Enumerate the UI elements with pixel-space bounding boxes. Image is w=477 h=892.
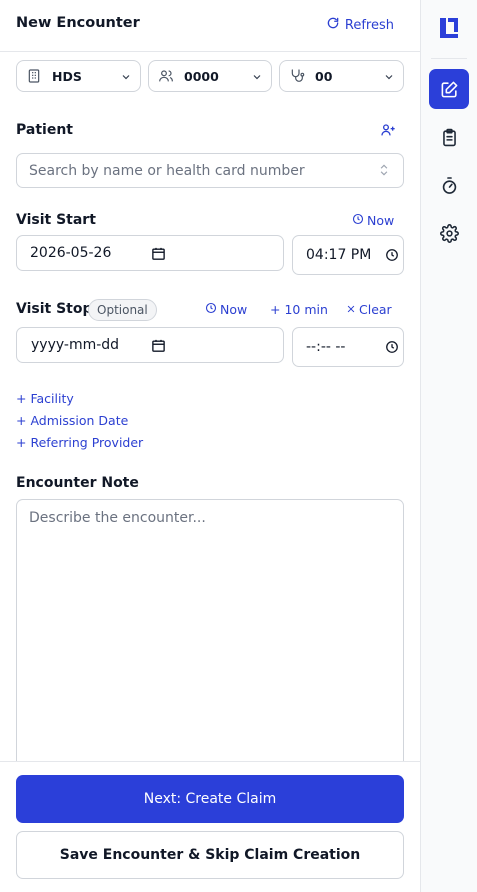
visit-stop-date-placeholder: yyyy-mm-dd bbox=[31, 337, 120, 353]
refresh-button[interactable]: Refresh bbox=[326, 16, 394, 34]
add-admission-date-link[interactable]: + Admission Date bbox=[16, 413, 128, 428]
clock-icon bbox=[205, 302, 217, 317]
rail-divider bbox=[431, 58, 467, 59]
side-rail bbox=[420, 0, 477, 892]
chevron-down-icon bbox=[120, 71, 132, 83]
gear-icon[interactable] bbox=[429, 213, 469, 253]
context-selectors: HDS 0000 00 bbox=[16, 60, 404, 92]
patient-search-input[interactable]: Search by name or health card number bbox=[16, 153, 404, 188]
visit-stop-time-input[interactable]: --:-- -- bbox=[292, 327, 404, 367]
patient-label: Patient bbox=[16, 122, 73, 138]
refresh-label: Refresh bbox=[344, 17, 394, 33]
next-create-claim-button[interactable]: Next: Create Claim bbox=[16, 775, 404, 823]
visit-stop-label: Visit Stop bbox=[16, 301, 93, 317]
visit-start-label: Visit Start bbox=[16, 212, 96, 228]
encounter-panel: New Encounter Refresh HDS 0000 00 Patien… bbox=[0, 0, 420, 892]
clear-visit-stop-button[interactable]: Clear bbox=[346, 302, 392, 317]
visit-start-now-button[interactable]: Now bbox=[352, 213, 394, 228]
clipboard-icon[interactable] bbox=[429, 117, 469, 157]
visit-stop-time-placeholder: --:-- -- bbox=[306, 339, 346, 355]
patient-search-placeholder: Search by name or health card number bbox=[29, 162, 305, 179]
visit-start-time-value: 04:17 PM bbox=[306, 247, 372, 263]
add-referring-provider-link[interactable]: + Referring Provider bbox=[16, 435, 143, 450]
clear-label: Clear bbox=[359, 302, 392, 317]
visit-stop-now-button[interactable]: Now bbox=[205, 302, 247, 317]
visit-start-date-value: 2026-05-26 bbox=[30, 245, 112, 261]
encounter-note-placeholder: Describe the encounter... bbox=[29, 510, 206, 526]
visit-start-date-input[interactable]: 2026-05-26 bbox=[16, 235, 284, 271]
add-patient-button[interactable] bbox=[380, 122, 396, 141]
practitioner-value: 0000 bbox=[184, 68, 219, 84]
optional-badge: Optional bbox=[88, 299, 157, 321]
facility-select[interactable]: HDS bbox=[16, 60, 141, 92]
page-title: New Encounter bbox=[16, 15, 140, 31]
edit-icon[interactable] bbox=[429, 69, 469, 109]
specialty-value: 00 bbox=[315, 68, 333, 84]
clock-icon bbox=[385, 340, 399, 354]
calendar-icon bbox=[151, 338, 166, 353]
refresh-icon bbox=[326, 16, 340, 34]
chevron-down-icon bbox=[251, 71, 263, 83]
encounter-note-label: Encounter Note bbox=[16, 475, 139, 491]
clock-icon bbox=[352, 213, 364, 228]
specialty-select[interactable]: 00 bbox=[279, 60, 404, 92]
save-skip-claim-button[interactable]: Save Encounter & Skip Claim Creation bbox=[16, 831, 404, 879]
practitioner-select[interactable]: 0000 bbox=[148, 60, 272, 92]
add-ten-minutes-button[interactable]: + 10 min bbox=[270, 302, 328, 317]
add-facility-link[interactable]: + Facility bbox=[16, 391, 74, 406]
panel-header: New Encounter Refresh bbox=[0, 0, 420, 52]
add-ten-minutes-label: + 10 min bbox=[270, 302, 328, 317]
calendar-icon bbox=[151, 246, 166, 261]
visit-stop-now-label: Now bbox=[220, 302, 248, 317]
chevron-down-icon bbox=[383, 71, 395, 83]
visit-start-time-input[interactable]: 04:17 PM bbox=[292, 235, 404, 275]
building-icon bbox=[26, 68, 42, 84]
users-icon bbox=[158, 68, 174, 84]
encounter-note-textarea[interactable]: Describe the encounter... bbox=[16, 499, 404, 769]
app-logo-icon[interactable] bbox=[429, 8, 469, 48]
visit-stop-date-input[interactable]: yyyy-mm-dd bbox=[16, 327, 284, 363]
action-footer: Next: Create Claim Save Encounter & Skip… bbox=[0, 761, 420, 892]
clock-icon bbox=[385, 248, 399, 262]
chevron-up-down-icon bbox=[377, 163, 391, 179]
visit-start-now-label: Now bbox=[367, 213, 395, 228]
stethoscope-icon bbox=[289, 68, 305, 84]
timer-icon[interactable] bbox=[429, 165, 469, 205]
close-icon bbox=[346, 302, 356, 317]
user-plus-icon bbox=[380, 122, 396, 141]
facility-value: HDS bbox=[52, 68, 82, 84]
